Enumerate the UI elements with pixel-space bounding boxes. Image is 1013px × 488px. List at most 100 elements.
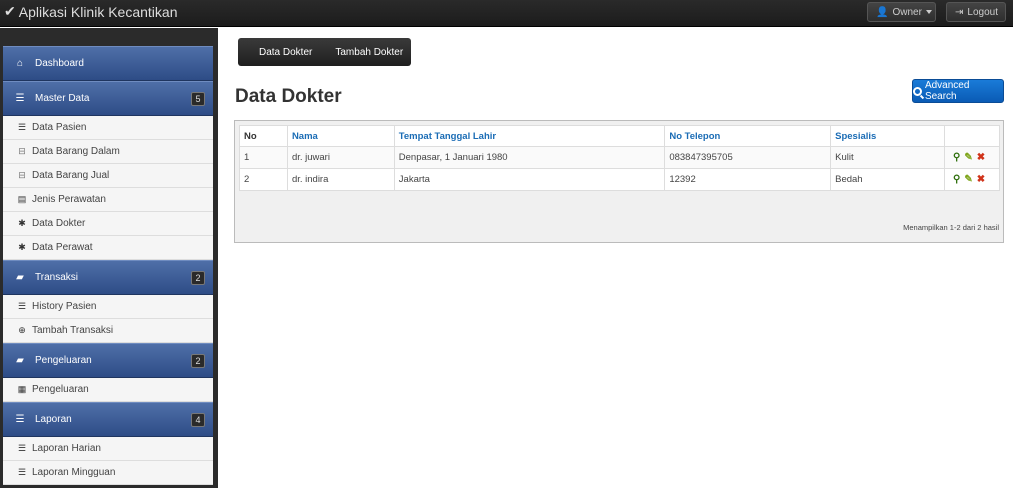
view-icon[interactable]: ⚲	[953, 152, 960, 163]
column-header-actions	[943, 125, 1001, 147]
sidebar-item-data-pasien[interactable]: ☰ Data Pasien	[3, 116, 213, 140]
cell-spesialis: Bedah	[830, 168, 945, 191]
home-icon: ⌂	[16, 58, 24, 69]
sidebar-section-master-data[interactable]: ☰ Master Data 5	[3, 81, 213, 116]
sidebar-item-pengeluaran[interactable]: ▦ Pengeluaran	[3, 378, 213, 402]
sidebar-item-label: Laporan Mingguan	[32, 467, 116, 478]
logout-button[interactable]: ⇥ Logout	[946, 2, 1006, 22]
owner-dropdown-button[interactable]: 👤 Owner	[867, 2, 936, 22]
delete-icon[interactable]: ✖	[977, 174, 985, 185]
sidebar-item-label: History Pasien	[32, 301, 97, 312]
sidebar-section-transaksi[interactable]: ▰ Transaksi 2	[3, 260, 213, 295]
caret-down-icon	[925, 10, 932, 14]
cell-no: 1	[239, 146, 288, 169]
top-navbar: ✔ Aplikasi Klinik Kecantikan 👤 Owner ⇥ L…	[0, 0, 1013, 27]
data-grid: No Nama Tempat Tanggal Lahir No Telepon …	[234, 120, 1004, 243]
inbox-icon: ⊟	[18, 146, 26, 156]
sidebar-section-label: Laporan	[35, 414, 72, 425]
tab-bar: Data Dokter Tambah Dokter	[238, 38, 411, 66]
cell-nama: dr. indira	[286, 168, 395, 191]
list-icon: ☰	[15, 93, 25, 104]
cell-no-telepon: 083847395705	[664, 146, 832, 169]
logout-icon: ⇥	[955, 6, 964, 18]
table-row: 1 dr. juwari Denpasar, 1 Januari 1980 08…	[239, 146, 1001, 169]
table-row: 2 dr. indira Jakarta 12392 Bedah ⚲ ✎ ✖	[239, 168, 1001, 191]
briefcase-icon: ▰	[16, 355, 24, 366]
column-header-spesialis[interactable]: Spesialis	[830, 125, 945, 147]
sidebar-item-label: Data Perawat	[32, 242, 93, 253]
plus-circle-icon: ⊕	[18, 325, 26, 335]
sidebar-item-label: Data Dokter	[32, 218, 86, 229]
cell-actions: ⚲ ✎ ✖	[943, 146, 1001, 169]
sidebar-item-dashboard[interactable]: ⌂ Dashboard	[3, 46, 213, 81]
table-header-row: No Nama Tempat Tanggal Lahir No Telepon …	[239, 125, 1001, 147]
check-icon: ✔	[4, 3, 16, 19]
count-badge: 4	[191, 413, 205, 427]
sidebar-section-label: Master Data	[35, 93, 90, 104]
edit-pencil-icon[interactable]: ✎	[964, 174, 972, 185]
sidebar-item-history-pasien[interactable]: ☰ History Pasien	[3, 295, 213, 319]
asterisk-icon: ✱	[18, 218, 26, 228]
sidebar-item-label: Data Pasien	[32, 122, 87, 133]
cell-tempat-tanggal-lahir: Denpasar, 1 Januari 1980	[393, 146, 666, 169]
briefcase-icon: ▰	[16, 272, 24, 283]
inbox-icon: ⊟	[18, 170, 26, 180]
logout-label: Logout	[967, 6, 998, 18]
app-brand[interactable]: ✔ Aplikasi Klinik Kecantikan	[4, 3, 177, 20]
edit-pencil-icon[interactable]: ✎	[964, 152, 972, 163]
advanced-search-label: Advanced Search	[924, 80, 970, 102]
list-icon: ☰	[17, 443, 27, 453]
sidebar-item-laporan-mingguan[interactable]: ☰ Laporan Mingguan	[3, 461, 213, 485]
column-header-tempat-tanggal-lahir[interactable]: Tempat Tanggal Lahir	[393, 125, 666, 147]
tab-data-dokter[interactable]: Data Dokter	[259, 47, 312, 58]
sidebar-item-tambah-transaksi[interactable]: ⊕ Tambah Transaksi	[3, 319, 213, 343]
sidebar-item-label: Laporan Harian	[32, 443, 101, 454]
tab-tambah-dokter[interactable]: Tambah Dokter	[335, 47, 403, 58]
grid-icon: ▦	[17, 384, 27, 394]
count-badge: 2	[191, 354, 205, 368]
sidebar-item-label: Data Barang Dalam	[32, 146, 120, 157]
sidebar-section-label: Pengeluaran	[35, 355, 92, 366]
sidebar-section-laporan[interactable]: ☰ Laporan 4	[3, 402, 213, 437]
column-header-no: No	[239, 125, 288, 147]
sidebar-item-data-dokter[interactable]: ✱ Data Dokter	[3, 212, 213, 236]
sidebar-item-data-barang-dalam[interactable]: ⊟ Data Barang Dalam	[3, 140, 213, 164]
cell-actions: ⚲ ✎ ✖	[943, 168, 1001, 191]
pagination-summary: Menampilkan 1-2 dari 2 hasil	[903, 223, 999, 232]
advanced-search-button[interactable]: Advanced Search	[912, 79, 1004, 103]
list-icon: ☰	[17, 467, 27, 477]
sidebar-item-data-barang-jual[interactable]: ⊟ Data Barang Jual	[3, 164, 213, 188]
sidebar-item-label: Dashboard	[35, 58, 84, 69]
app-title: Aplikasi Klinik Kecantikan	[18, 3, 178, 20]
page-title: Data Dokter	[235, 86, 342, 107]
sidebar-item-jenis-perawatan[interactable]: ▤ Jenis Perawatan	[3, 188, 213, 212]
count-badge: 5	[191, 92, 205, 106]
view-icon[interactable]: ⚲	[953, 174, 960, 185]
sidebar-item-label: Tambah Transaksi	[32, 325, 114, 336]
sidebar: ⌂ Dashboard ☰ Master Data 5 ☰ Data Pasien…	[0, 28, 218, 488]
cell-no-telepon: 12392	[664, 168, 832, 191]
asterisk-icon: ✱	[18, 242, 26, 252]
sidebar-section-pengeluaran[interactable]: ▰ Pengeluaran 2	[3, 343, 213, 378]
sidebar-section-label: Transaksi	[35, 272, 78, 283]
search-icon	[913, 86, 922, 96]
cell-tempat-tanggal-lahir: Jakarta	[393, 168, 666, 191]
count-badge: 2	[191, 271, 205, 285]
list-icon: ☰	[15, 414, 25, 425]
cell-nama: dr. juwari	[286, 146, 395, 169]
sidebar-item-data-perawat[interactable]: ✱ Data Perawat	[3, 236, 213, 260]
sidebar-item-label: Data Barang Jual	[32, 170, 110, 181]
column-header-nama[interactable]: Nama	[286, 125, 395, 147]
sidebar-item-label: Jenis Perawatan	[32, 194, 106, 205]
sidebar-item-label: Pengeluaran	[32, 384, 89, 395]
owner-label: Owner	[892, 6, 922, 18]
column-header-no-telepon[interactable]: No Telepon	[664, 125, 832, 147]
sidebar-item-laporan-harian[interactable]: ☰ Laporan Harian	[3, 437, 213, 461]
list-icon: ☰	[17, 122, 27, 132]
doctor-table: No Nama Tempat Tanggal Lahir No Telepon …	[239, 125, 1001, 191]
list-icon: ☰	[17, 301, 27, 311]
cell-no: 2	[239, 168, 288, 191]
delete-icon[interactable]: ✖	[977, 152, 985, 163]
cell-spesialis: Kulit	[830, 146, 945, 169]
user-icon: 👤	[876, 6, 889, 18]
